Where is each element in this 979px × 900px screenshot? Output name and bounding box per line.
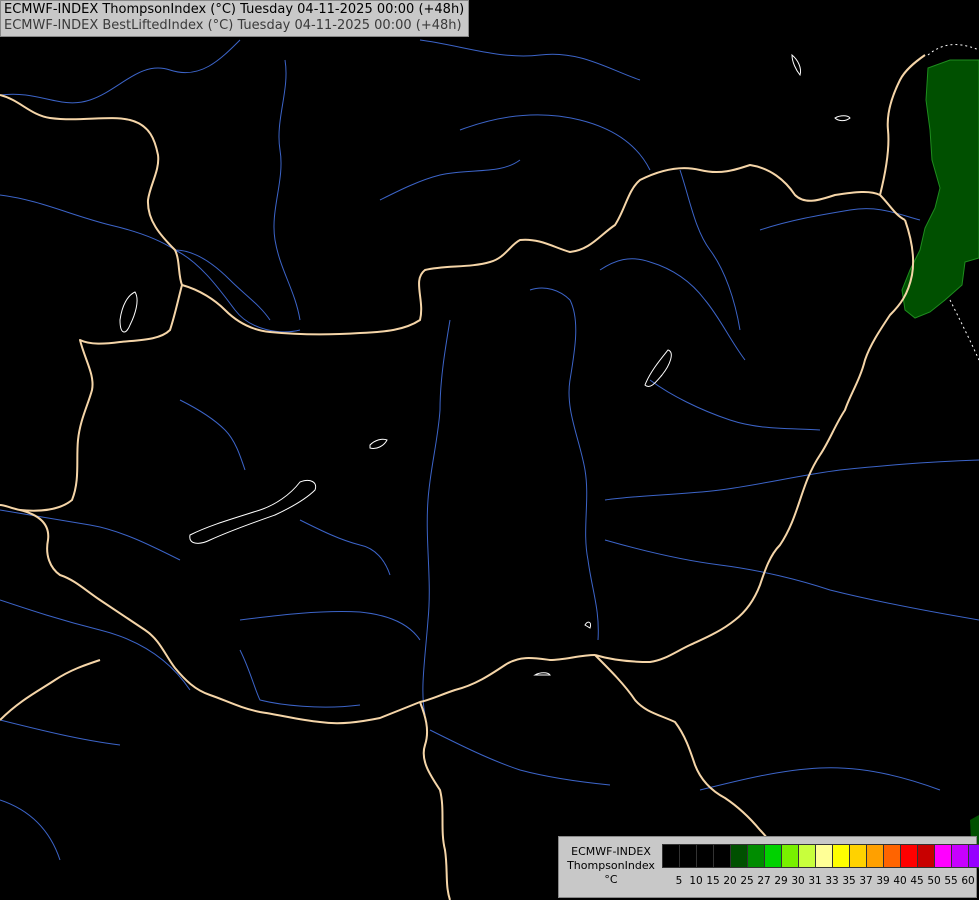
- legend-swatch: [901, 845, 918, 867]
- legend-tick-label: 30: [791, 875, 805, 887]
- legend-tick-label: 15: [706, 875, 720, 887]
- legend-swatch: [782, 845, 799, 867]
- legend-swatch: [697, 845, 714, 867]
- legend-tick-label: 55: [944, 875, 958, 887]
- legend-tick-label: 39: [876, 875, 890, 887]
- legend-tick-label: 5: [675, 875, 683, 887]
- legend-label-source: ECMWF-INDEX: [571, 845, 651, 858]
- legend-swatch: [884, 845, 901, 867]
- legend-tick-label: 40: [893, 875, 907, 887]
- legend-label-unit: °C: [604, 873, 618, 886]
- legend-swatches: [662, 844, 979, 868]
- legend-tick-label: 33: [825, 875, 839, 887]
- legend-tick-label: 25: [740, 875, 754, 887]
- legend-tick-label: 45: [910, 875, 924, 887]
- legend-tick-label: 35: [842, 875, 856, 887]
- legend: ECMWF-INDEX ThompsonIndex °C 5 10 15 20 25 27…: [558, 836, 979, 898]
- legend-swatch: [833, 845, 850, 867]
- legend-swatch: [799, 845, 816, 867]
- legend-swatch: [935, 845, 952, 867]
- legend-tick-label: 31: [808, 875, 822, 887]
- legend-swatch: [748, 845, 765, 867]
- legend-swatch: [765, 845, 782, 867]
- header-line-2: ECMWF-INDEX BestLiftedIndex (°C) Tuesday…: [4, 18, 462, 33]
- legend-tick-label: 29: [774, 875, 788, 887]
- legend-label: ECMWF-INDEX ThompsonIndex °C: [563, 845, 659, 887]
- legend-swatch: [731, 845, 748, 867]
- weather-map: [0, 0, 979, 900]
- legend-tick-label: 20: [723, 875, 737, 887]
- legend-swatch: [680, 845, 697, 867]
- legend-swatch: [714, 845, 731, 867]
- legend-swatch: [663, 845, 680, 867]
- legend-swatch: [969, 845, 979, 867]
- header-line-1: ECMWF-INDEX ThompsonIndex (°C) Tuesday 0…: [4, 2, 465, 17]
- legend-tick-label: 37: [859, 875, 873, 887]
- legend-swatch: [867, 845, 884, 867]
- legend-tick-label: 50: [927, 875, 941, 887]
- legend-tick-label: 60: [961, 875, 975, 887]
- header-box: ECMWF-INDEX ThompsonIndex (°C) Tuesday 0…: [0, 0, 470, 37]
- legend-swatch: [952, 845, 969, 867]
- legend-swatch: [816, 845, 833, 867]
- legend-swatch: [850, 845, 867, 867]
- legend-swatch: [918, 845, 935, 867]
- legend-tick-label: 27: [757, 875, 771, 887]
- legend-ticks: 5 10 15 20 25 27 29 30 31 33 35 37 39 40 45 50 55 60: [662, 875, 975, 889]
- legend-tick-label: 10: [689, 875, 703, 887]
- legend-label-param: ThompsonIndex: [567, 859, 655, 872]
